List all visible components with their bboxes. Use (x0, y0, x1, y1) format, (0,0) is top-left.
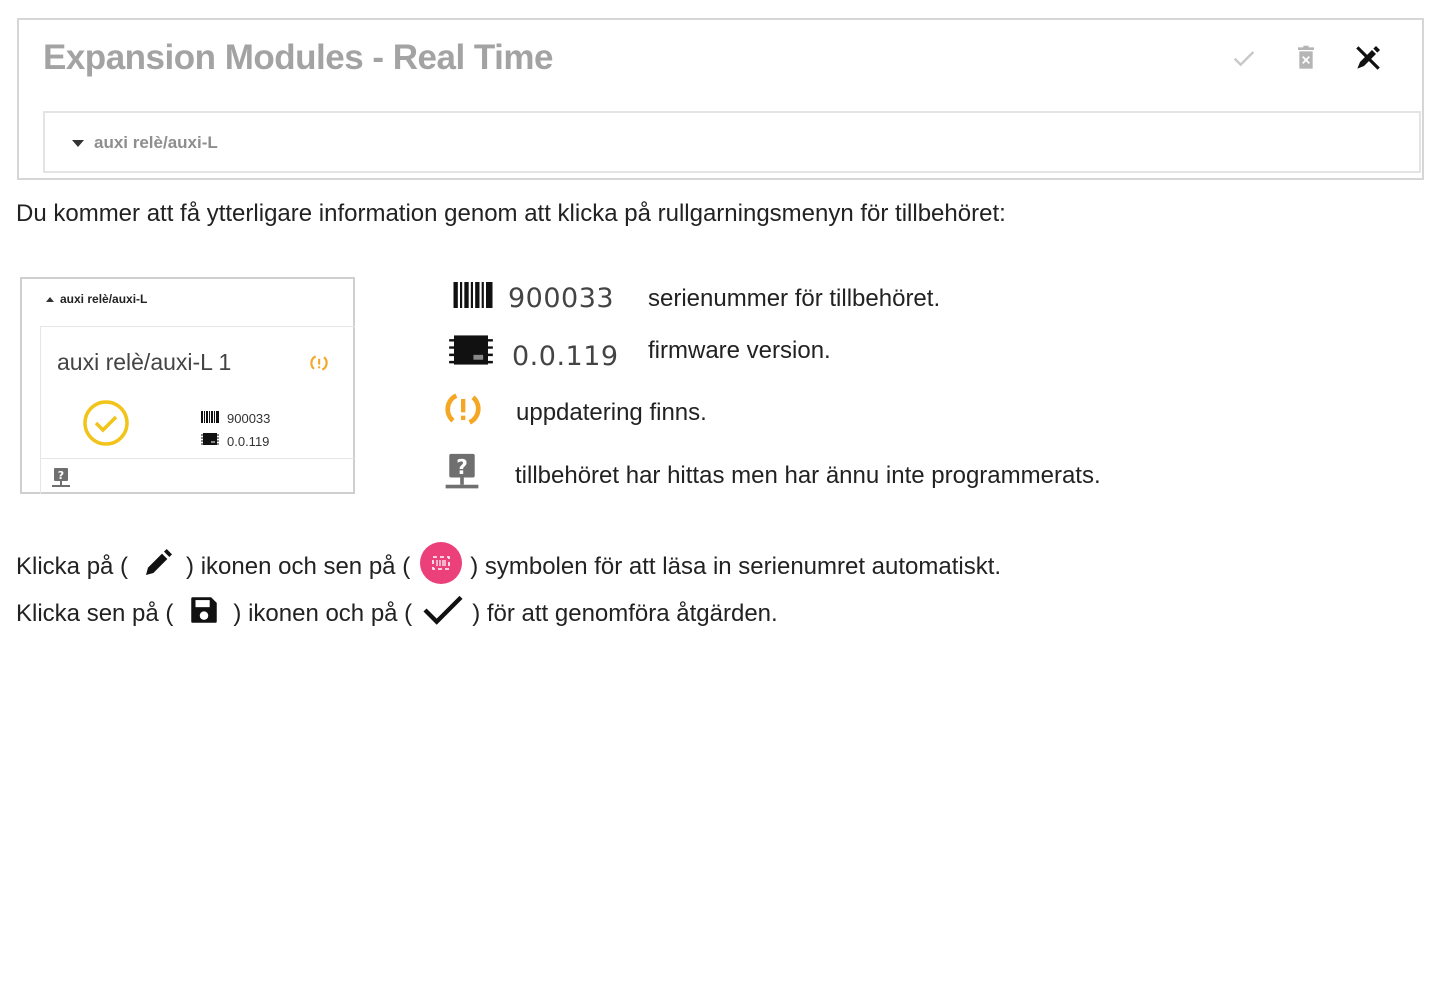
card-header[interactable]: auxi relè/auxi-L (46, 292, 147, 306)
instruction-line-1: Klicka på ( ) ikonen och sen på ( ) symb… (16, 540, 1001, 593)
card-firmware: 0.0.119 (227, 434, 270, 449)
card-title: auxi relè/auxi-L 1 (57, 349, 232, 375)
save-icon (187, 593, 221, 634)
trash-icon[interactable] (1290, 42, 1322, 74)
caret-up-icon (46, 296, 54, 302)
chip-icon (448, 333, 494, 374)
caret-down-icon (72, 139, 84, 147)
unprogrammed-icon: ? (443, 452, 481, 499)
legend-firmware-desc: firmware version. (648, 336, 831, 364)
legend-unprogrammed-desc: tillbehöret har hittas men har ännu inte… (515, 461, 1101, 489)
legend-update: uppdatering finns. (442, 389, 707, 436)
instruction-1-part-a: Klicka på ( (16, 552, 129, 580)
instruction-2-part-c: ) för att genomföra åtgärden. (472, 599, 778, 627)
svg-text:?: ? (456, 455, 468, 479)
intro-text: Du kommer att få ytterligare information… (16, 200, 1006, 227)
svg-text:?: ? (58, 469, 64, 482)
update-available-icon (309, 353, 329, 373)
status-ok-icon (82, 399, 130, 447)
card-body: auxi relè/auxi-L 1 900033 0.0.119 ? (40, 326, 355, 494)
legend-firmware-value: 0.0.119 (512, 341, 619, 372)
instruction-2-part-a: Klicka sen på ( (16, 599, 174, 627)
instruction-2-part-b: ) ikonen och på ( (233, 599, 413, 627)
accessory-label: auxi relè/auxi-L (94, 133, 218, 152)
legend-serial: 900033 serienummer för tillbehöret. (452, 282, 940, 315)
legend-update-desc: uppdatering finns. (516, 398, 707, 426)
expansion-modules-panel: Expansion Modules - Real Time auxi relè/… (17, 18, 1424, 180)
accessory-dropdown[interactable]: auxi relè/auxi-L (43, 111, 1421, 173)
legend-unprogrammed: ? tillbehöret har hittas men har ännu in… (443, 452, 1101, 499)
card-header-label: auxi relè/auxi-L (60, 292, 148, 306)
edit-off-icon[interactable] (1352, 42, 1384, 74)
update-available-icon (442, 389, 484, 436)
panel-title: Expansion Modules - Real Time (43, 38, 553, 77)
scan-button-icon (418, 540, 464, 593)
barcode-icon (452, 282, 494, 315)
barcode-icon (201, 407, 219, 430)
legend-serial-desc: serienummer för tillbehöret. (648, 284, 941, 312)
instruction-line-2: Klicka sen på ( ) ikonen och på ( ) för … (16, 592, 778, 635)
checkmark-icon (420, 592, 466, 635)
legend-firmware: 0.0.119 firmware version. (448, 333, 831, 374)
card-info: 900033 0.0.119 (201, 407, 270, 453)
legend-serial-value: 900033 (508, 283, 615, 314)
unprogrammed-icon: ? (51, 467, 71, 489)
card-serial: 900033 (227, 411, 271, 426)
check-icon[interactable] (1228, 42, 1260, 74)
pencil-icon (142, 547, 174, 586)
chip-icon (201, 430, 219, 453)
instruction-1-part-c: ) symbolen för att läsa in serienumret a… (470, 552, 1002, 580)
instruction-1-part-b: ) ikonen och sen på ( (186, 552, 411, 580)
panel-actions (1228, 42, 1384, 74)
accessory-card: auxi relè/auxi-L auxi relè/auxi-L 1 9000… (20, 277, 355, 494)
card-divider (41, 458, 354, 459)
